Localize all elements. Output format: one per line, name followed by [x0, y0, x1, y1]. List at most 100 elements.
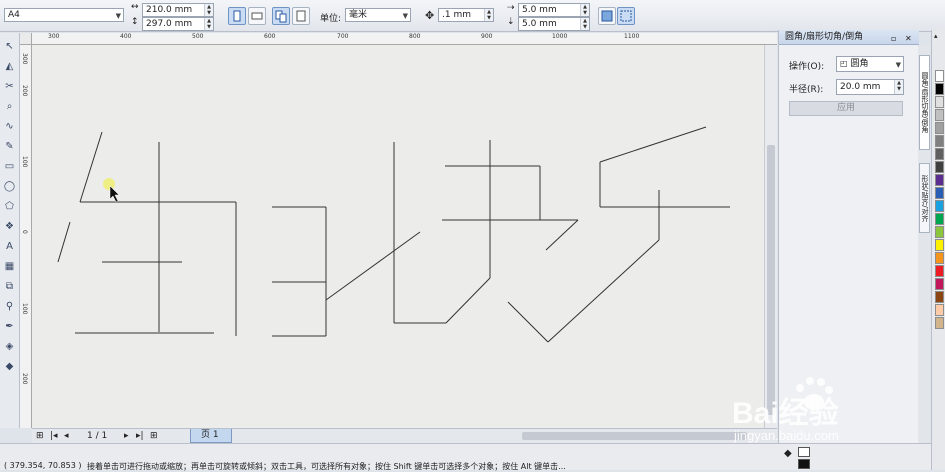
path-line[interactable] — [507, 301, 549, 343]
color-swatch[interactable] — [935, 109, 944, 121]
toolbox: ↖ ◭ ✂ ⌕ ∿ ✎ ▭ ◯ ⬠ ❖ A ▦ ⧉ ⚲ ✒ ◈ ◆ — [0, 33, 20, 428]
page-end-icon[interactable]: ▸| — [136, 431, 144, 441]
drawing-canvas[interactable] — [32, 45, 764, 428]
path-line[interactable] — [325, 231, 421, 301]
h-ruler-tick: 300 — [48, 33, 60, 40]
h-ruler-tick: 600 — [264, 33, 276, 40]
basic-shapes-tool-icon[interactable]: ❖ — [2, 219, 17, 234]
dup-y-spinner[interactable]: ▲ ▼ — [580, 18, 589, 30]
width-spinner[interactable]: ▲ ▼ — [204, 4, 213, 16]
path-line[interactable] — [545, 219, 579, 251]
treat-as-filled-button[interactable] — [598, 7, 616, 25]
color-swatch[interactable] — [935, 122, 944, 134]
polygon-tool-icon[interactable]: ⬠ — [2, 199, 17, 214]
color-swatch[interactable] — [935, 304, 944, 316]
page-height-field[interactable]: 297.0 mm ▲ ▼ — [142, 17, 214, 31]
color-swatch[interactable] — [935, 291, 944, 303]
page-tab[interactable]: 页 1 — [190, 429, 232, 443]
tab-fillet[interactable]: 圆角/扇形切角/倒角 — [919, 55, 930, 150]
operation-select[interactable]: ◰ 圆角 ▼ — [836, 56, 904, 72]
bounding-box-icon — [620, 10, 632, 22]
page-prev-icon[interactable]: ◂ — [64, 431, 69, 441]
page-next-icon[interactable]: ▸ — [124, 431, 129, 441]
path-line[interactable] — [599, 126, 707, 163]
fill-swatch-none[interactable] — [798, 447, 810, 457]
outline-pen-tool-icon[interactable]: ✒ — [2, 319, 17, 334]
color-swatch[interactable] — [935, 213, 944, 225]
duplicate-x-field[interactable]: 5.0 mm ▲ ▼ — [518, 3, 590, 17]
color-swatch[interactable] — [935, 70, 944, 82]
page-add-icon[interactable]: ⊞ — [150, 431, 158, 441]
ellipse-tool-icon[interactable]: ◯ — [2, 179, 17, 194]
ruler-origin[interactable] — [20, 33, 32, 45]
chevron-down-icon: ▼ — [895, 61, 901, 69]
text-tool-icon[interactable]: A — [2, 239, 17, 254]
apply-button[interactable]: 应用 — [789, 101, 903, 116]
freehand-tool-icon[interactable]: ∿ — [2, 119, 17, 134]
fill-tool-icon[interactable]: ◈ — [2, 339, 17, 354]
portrait-button[interactable] — [228, 7, 246, 25]
eyedropper-tool-icon[interactable]: ⚲ — [2, 299, 17, 314]
landscape-icon — [251, 12, 263, 20]
page-first-icon[interactable]: ⊞ — [36, 431, 44, 441]
color-swatch[interactable] — [935, 135, 944, 147]
path-line[interactable] — [57, 221, 71, 263]
table-tool-icon[interactable]: ▦ — [2, 259, 17, 274]
units-select[interactable]: 毫米 ▼ — [345, 8, 411, 22]
watermark-brand: Bai经验 — [732, 397, 839, 430]
nudge-icon: ✥ — [425, 9, 435, 22]
radius-field[interactable]: 20.0 mm ▲ ▼ — [836, 79, 904, 95]
outline-swatch-black[interactable] — [798, 459, 810, 469]
nudge-field[interactable]: .1 mm ▲ ▼ — [438, 8, 494, 22]
v-ruler-tick: 100 — [21, 156, 28, 168]
watermark-url: jingyan.baidu.com — [734, 428, 839, 443]
nudge-spinner[interactable]: ▲ ▼ — [484, 9, 493, 21]
horizontal-scroll-thumb[interactable] — [522, 432, 747, 440]
horizontal-ruler[interactable]: 300 400 500 600 700 800 900 1000 1100 — [32, 33, 777, 45]
zoom-tool-icon[interactable]: ⌕ — [2, 99, 17, 114]
path-line[interactable] — [547, 239, 660, 343]
close-icon[interactable]: ✕ — [905, 31, 912, 46]
color-swatch[interactable] — [935, 161, 944, 173]
draw-bounding-box-button[interactable] — [617, 7, 635, 25]
color-swatch[interactable] — [935, 174, 944, 186]
color-swatch[interactable] — [935, 187, 944, 199]
paper-size-select[interactable]: A4 ▼ — [4, 8, 124, 22]
page-start-icon[interactable]: |◂ — [50, 431, 58, 441]
path-line[interactable] — [79, 131, 103, 203]
color-swatch[interactable] — [935, 96, 944, 108]
page-width-field[interactable]: 210.0 mm ▲ ▼ — [142, 3, 214, 17]
collapse-icon[interactable]: ▫ — [891, 31, 896, 46]
duplicate-y-field[interactable]: 5.0 mm ▲ ▼ — [518, 17, 590, 31]
palette-scroll-up-icon[interactable]: ▴ — [934, 32, 938, 40]
rectangle-tool-icon[interactable]: ▭ — [2, 159, 17, 174]
v-ruler-tick: 200 — [21, 373, 28, 385]
color-swatch[interactable] — [935, 265, 944, 277]
color-swatch[interactable] — [935, 226, 944, 238]
color-swatch[interactable] — [935, 200, 944, 212]
interactive-tool-icon[interactable]: ⧉ — [2, 279, 17, 294]
smart-fill-tool-icon[interactable]: ✎ — [2, 139, 17, 154]
color-swatch[interactable] — [935, 317, 944, 329]
current-page-button[interactable] — [292, 7, 310, 25]
v-ruler-tick: 0 — [21, 230, 28, 234]
color-swatch[interactable] — [935, 239, 944, 251]
width-icon: ↔ — [131, 2, 139, 12]
crop-tool-icon[interactable]: ✂ — [2, 79, 17, 94]
all-pages-button[interactable] — [272, 7, 290, 25]
interactive-fill-tool-icon[interactable]: ◆ — [2, 359, 17, 374]
radius-spinner[interactable]: ▲ ▼ — [894, 80, 903, 94]
tab-shaping[interactable]: 形状/贴齐/对齐 — [919, 163, 930, 233]
color-swatch[interactable] — [935, 252, 944, 264]
vertical-ruler[interactable]: 300 200 100 0 100 200 — [20, 45, 32, 428]
shape-tool-icon[interactable]: ◭ — [2, 59, 17, 74]
landscape-button[interactable] — [248, 7, 266, 25]
path-line[interactable] — [445, 277, 491, 324]
color-swatch[interactable] — [935, 148, 944, 160]
color-swatch[interactable] — [935, 278, 944, 290]
height-spinner[interactable]: ▲ ▼ — [204, 18, 213, 30]
color-swatch[interactable] — [935, 83, 944, 95]
pick-tool-icon[interactable]: ↖ — [2, 39, 17, 54]
paper-size-value: A4 — [8, 10, 20, 20]
dup-x-spinner[interactable]: ▲ ▼ — [580, 4, 589, 16]
